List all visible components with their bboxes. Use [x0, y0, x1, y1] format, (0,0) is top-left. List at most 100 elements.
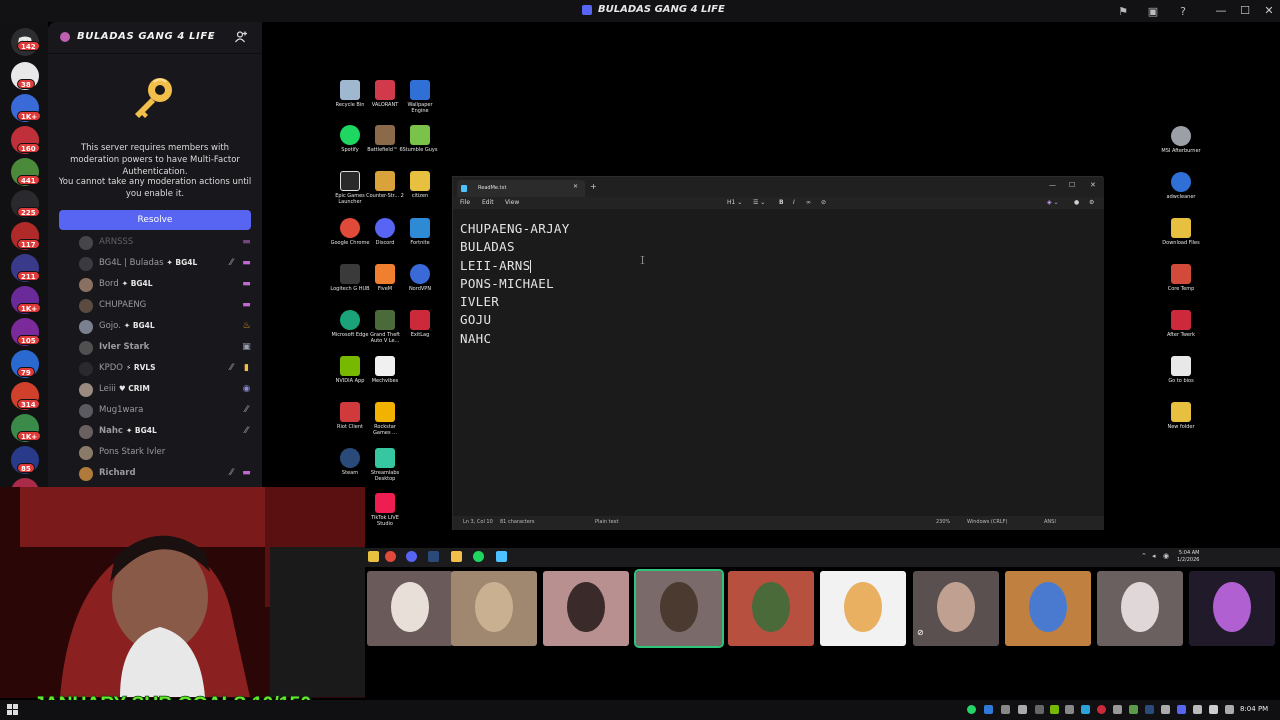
desktop-icon[interactable]: TikTok LIVE Studio [365, 493, 405, 527]
chrome-icon[interactable] [385, 551, 396, 562]
clear-formatting-icon[interactable]: ⊘ [821, 199, 826, 206]
desktop-icon[interactable]: NordVPN [400, 264, 440, 292]
desktop-icon[interactable]: Epic Games Launcher [330, 171, 370, 205]
desktop-icon[interactable]: Battlefield™ 6 [365, 125, 405, 153]
close-button[interactable]: ✕ [1261, 3, 1277, 19]
link-icon[interactable]: ∞ [806, 199, 811, 206]
copilot-icon[interactable]: ◈ ⌄ [1047, 199, 1059, 206]
desktop-icon[interactable]: citizen [400, 171, 440, 199]
whatsapp-icon[interactable] [967, 705, 976, 714]
bold-icon[interactable]: B [779, 199, 784, 206]
invite-people-icon[interactable] [234, 30, 248, 44]
server-header[interactable]: BULADAS GANG 4 LIFE ⌄ [48, 22, 262, 54]
resolve-button[interactable]: Resolve [59, 210, 251, 230]
participant-tile[interactable] [820, 571, 906, 646]
tray-app-icon[interactable] [1113, 705, 1122, 714]
desktop-icon[interactable]: FiveM [365, 264, 405, 292]
member-row[interactable]: ARNSSS ▬ [48, 233, 262, 254]
telegram-icon[interactable] [1081, 705, 1090, 714]
inbox-flag-icon[interactable]: ⚑ [1115, 3, 1131, 19]
tray-app-icon[interactable] [1161, 705, 1170, 714]
notepad-minimize-button[interactable]: — [1049, 181, 1056, 189]
settings-gear-icon[interactable]: ⚙ [1089, 199, 1094, 206]
maximize-button[interactable]: ☐ [1237, 3, 1253, 19]
notepad-icon[interactable] [496, 551, 507, 562]
desktop-icon[interactable]: adwcleaner [1161, 172, 1201, 200]
desktop-icon[interactable]: Streamlabs Desktop [365, 448, 405, 482]
desktop-icon[interactable]: Logitech G HUB [330, 264, 370, 292]
participant-tile[interactable] [1005, 571, 1091, 646]
text-editor[interactable]: CHUPAENG-ARJAY BULADAS LEII-ARNS PONS-MI… [453, 209, 1104, 516]
list-dropdown-icon[interactable]: ☰ ⌄ [753, 199, 765, 206]
close-tab-icon[interactable]: ✕ [573, 183, 578, 190]
system-clock[interactable]: 8:04 PM [1240, 705, 1268, 713]
tray-app-icon[interactable] [1065, 705, 1074, 714]
desktop-icon[interactable]: Discord [365, 218, 405, 246]
desktop-icon[interactable]: NVIDIA App [330, 356, 370, 384]
tray-app-icon[interactable] [1225, 705, 1234, 714]
steam-icon[interactable] [428, 551, 439, 562]
tray-app-icon[interactable] [1035, 705, 1044, 714]
participant-tile[interactable] [1189, 571, 1275, 646]
member-row[interactable]: Pons Stark Ivler [48, 443, 262, 464]
tray-app-icon[interactable] [1001, 705, 1010, 714]
member-row[interactable]: KPDO ⚡ RVLS ⁄⁄ ▮ [48, 359, 262, 380]
notepad-maximize-button[interactable]: ☐ [1069, 181, 1075, 189]
desktop-icon[interactable]: Recycle Bin [330, 80, 370, 108]
spotify-icon[interactable] [473, 551, 484, 562]
desktop-icon[interactable]: ExitLag [400, 310, 440, 338]
desktop-icon[interactable]: Stumble Guys [400, 125, 440, 153]
menu-file[interactable]: File [460, 199, 470, 206]
desktop-icon[interactable]: Riot Client [330, 402, 370, 430]
volume-icon[interactable]: ◂ [1152, 552, 1156, 560]
member-row[interactable]: BG4L | Buladas ✦ BG4L ⁄⁄ ▬ [48, 254, 262, 275]
participant-tile-speaking[interactable] [634, 569, 724, 648]
participant-tile[interactable] [1097, 571, 1183, 646]
desktop-icon[interactable]: Core Temp [1161, 264, 1201, 292]
desktop-icon[interactable]: Grand Theft Auto V Le... [365, 310, 405, 344]
nvidia-tray-icon[interactable] [1050, 705, 1059, 714]
new-tab-icon[interactable]: + [590, 182, 597, 191]
desktop-icon[interactable]: Google Chrome [330, 218, 370, 246]
participant-tile[interactable] [543, 571, 629, 646]
tray-chevron-icon[interactable]: ⌃ [1141, 552, 1147, 560]
menu-edit[interactable]: Edit [482, 199, 494, 206]
help-icon[interactable]: ? [1175, 3, 1191, 19]
desktop-icon[interactable]: VALORANT [365, 80, 405, 108]
encoding[interactable]: ANSI [1044, 519, 1056, 525]
chevron-down-icon[interactable]: ⌄ [208, 30, 216, 40]
desktop-icon[interactable]: Rockstar Games ... [365, 402, 405, 436]
line-ending[interactable]: Windows (CRLF) [967, 519, 1007, 525]
notepad-close-button[interactable]: ✕ [1090, 181, 1096, 189]
member-row[interactable]: Mug1wara ⁄⁄ [48, 401, 262, 422]
member-row[interactable]: Leiii ♥ CRIM ◉ [48, 380, 262, 401]
desktop-icon[interactable]: Spotify [330, 125, 370, 153]
network-icon[interactable]: ◉ [1163, 552, 1169, 560]
desktop-icon[interactable]: Fortnite [400, 218, 440, 246]
participant-tile[interactable] [728, 571, 814, 646]
zoom-level[interactable]: 230% [936, 519, 950, 525]
italic-icon[interactable]: I [793, 199, 795, 206]
bluetooth-icon[interactable] [984, 705, 993, 714]
member-row[interactable]: Nahc ✦ BG4L ⁄⁄ [48, 422, 262, 443]
desktop-icon[interactable]: Download Files [1161, 218, 1201, 246]
member-row[interactable]: Richard ⁄⁄ ▬ [48, 464, 262, 485]
member-row[interactable]: Gojo. ✦ BG4L ♨ [48, 317, 262, 338]
steam-tray-icon[interactable] [1145, 705, 1154, 714]
desktop-icon[interactable]: Mechvibes [365, 356, 405, 384]
account-icon[interactable]: ● [1074, 199, 1079, 206]
desktop-icon[interactable]: After Twerk [1161, 310, 1201, 338]
menu-view[interactable]: View [505, 199, 519, 206]
desktop-icon[interactable]: New folder [1161, 402, 1201, 430]
tray-app-icon[interactable] [1129, 705, 1138, 714]
windows-start-icon[interactable] [7, 704, 18, 715]
desktop-icon[interactable]: MSI Afterburner [1161, 126, 1201, 154]
tray-app-icon[interactable] [1097, 705, 1106, 714]
app-icon[interactable] [451, 551, 462, 562]
desktop-icon[interactable]: Microsoft Edge [330, 310, 370, 338]
member-row[interactable]: Ivler Stark ▣ [48, 338, 262, 359]
member-row[interactable]: Bord ✦ BG4L ▬ [48, 275, 262, 296]
minimize-button[interactable]: — [1213, 3, 1229, 19]
desktop-icon[interactable]: Steam [330, 448, 370, 476]
tray-app-icon[interactable] [1018, 705, 1027, 714]
